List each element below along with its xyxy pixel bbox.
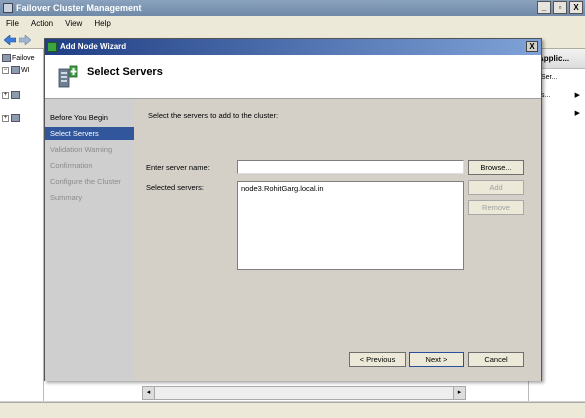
- add-node-wizard-dialog: Add Node Wizard X Select Servers Before …: [44, 38, 542, 381]
- folder-icon: [11, 114, 20, 122]
- folder-icon: [11, 91, 20, 99]
- scroll-left-icon[interactable]: ◂: [143, 387, 155, 399]
- wizard-icon: [47, 42, 57, 52]
- minimize-button[interactable]: _: [537, 1, 551, 14]
- next-button[interactable]: Next >: [409, 352, 464, 367]
- menu-file[interactable]: File: [6, 19, 19, 28]
- wizard-body: Select the servers to add to the cluster…: [134, 99, 541, 381]
- browse-button[interactable]: Browse...: [468, 160, 524, 175]
- add-button: Add: [468, 180, 524, 195]
- selected-servers-label: Selected servers:: [146, 183, 204, 192]
- tree-cluster-node[interactable]: − WI: [2, 66, 30, 74]
- server-add-icon: [58, 65, 78, 88]
- menu-view[interactable]: View: [65, 19, 82, 28]
- expand-icon[interactable]: +: [2, 91, 9, 99]
- menu-bar: File Action View Help: [0, 16, 585, 31]
- step-confirmation: Confirmation: [50, 161, 93, 170]
- menu-action[interactable]: Action: [31, 19, 53, 28]
- dialog-title: Add Node Wizard: [60, 42, 127, 51]
- step-validation-warning: Validation Warning: [50, 145, 113, 154]
- step-configure-cluster: Configure the Cluster: [50, 177, 121, 186]
- submenu-arrow-icon: ▶: [574, 110, 580, 117]
- status-bar: [0, 402, 585, 418]
- dialog-titlebar[interactable]: Add Node Wizard X: [45, 39, 541, 55]
- server-name-label: Enter server name:: [146, 163, 210, 172]
- instruction-text: Select the servers to add to the cluster…: [148, 111, 279, 120]
- submenu-arrow-icon: ▶: [574, 92, 580, 99]
- menu-help[interactable]: Help: [94, 19, 110, 28]
- cluster-app-icon: [3, 3, 13, 13]
- collapse-icon[interactable]: −: [2, 66, 9, 74]
- dialog-close-button[interactable]: X: [526, 41, 538, 52]
- cluster-node-icon: [11, 66, 20, 74]
- maximize-button[interactable]: ▫: [553, 1, 567, 14]
- back-arrow-icon[interactable]: [4, 35, 16, 45]
- step-summary: Summary: [50, 193, 83, 202]
- previous-button[interactable]: < Previous: [349, 352, 406, 367]
- list-item[interactable]: node3.RohitGarg.local.in: [241, 184, 460, 193]
- step-before-you-begin[interactable]: Before You Begin: [45, 111, 134, 124]
- cancel-button[interactable]: Cancel: [468, 352, 524, 367]
- horizontal-scrollbar[interactable]: ◂ ▸: [142, 386, 466, 400]
- window-controls: _ ▫ X: [537, 1, 583, 14]
- step-select-servers[interactable]: Select Servers: [45, 127, 134, 140]
- expand-icon[interactable]: +: [2, 114, 9, 122]
- tree-root[interactable]: Failove: [2, 54, 35, 62]
- cluster-icon: [2, 54, 11, 62]
- close-button[interactable]: X: [569, 1, 583, 14]
- dialog-header: Select Servers: [45, 55, 541, 99]
- console-tree: Failove − WI + +: [0, 49, 44, 401]
- forward-arrow-icon[interactable]: [19, 35, 31, 45]
- main-window-titlebar[interactable]: Failover Cluster Management _ ▫ X: [0, 0, 585, 16]
- wizard-steps: Before You Begin Select Servers Validati…: [45, 99, 134, 381]
- server-name-input[interactable]: [237, 160, 464, 174]
- tree-item[interactable]: +: [2, 114, 21, 122]
- remove-button: Remove: [468, 200, 524, 215]
- page-title: Select Servers: [87, 66, 163, 78]
- main-window-title: Failover Cluster Management: [16, 3, 142, 13]
- tree-item[interactable]: +: [2, 91, 21, 99]
- selected-servers-list[interactable]: node3.RohitGarg.local.in: [237, 181, 464, 270]
- scroll-right-icon[interactable]: ▸: [453, 387, 465, 399]
